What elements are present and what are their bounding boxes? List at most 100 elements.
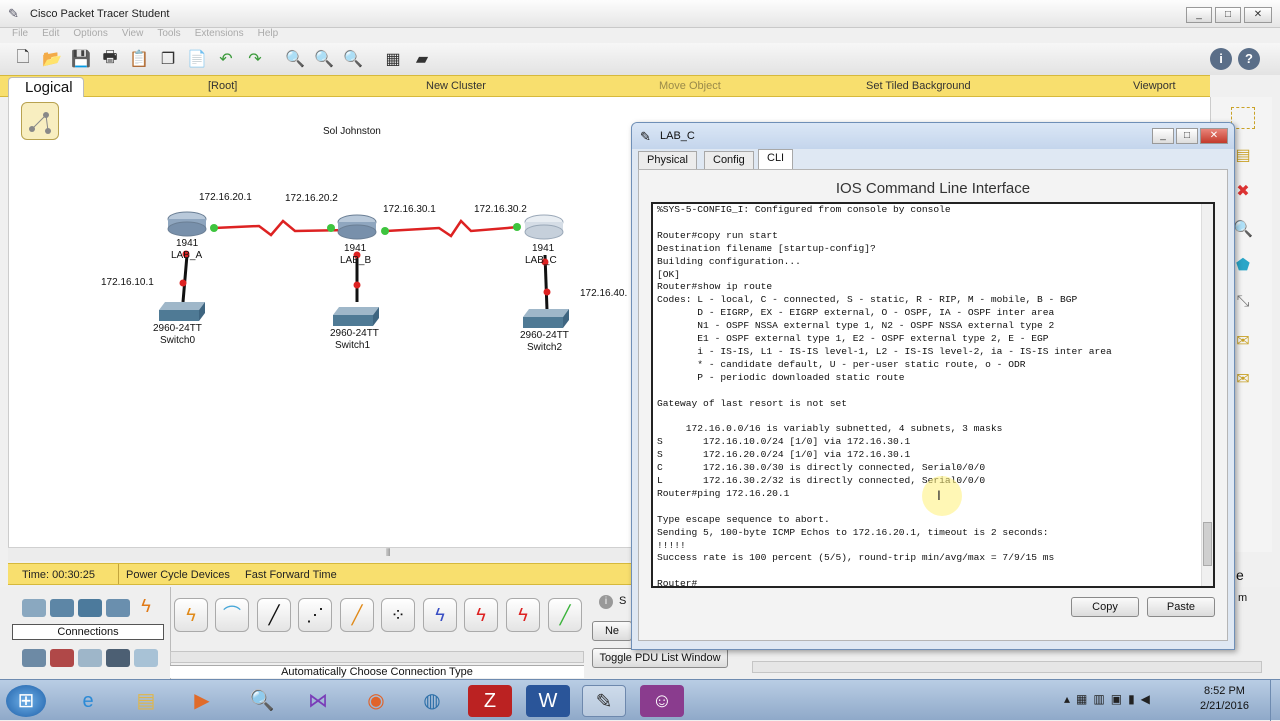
save-icon[interactable]: 💾 [68, 47, 94, 71]
crossover-icon[interactable]: ⋰ [298, 598, 332, 632]
menu-extensions[interactable]: Extensions [195, 28, 244, 43]
menu-view[interactable]: View [122, 28, 144, 43]
root-button[interactable]: [Root] [208, 80, 237, 92]
lab-c-title-bar[interactable]: ✎ LAB_C _ □ ✕ [632, 123, 1234, 149]
hubs-category-icon[interactable] [78, 599, 102, 617]
move-object-button[interactable]: Move Object [659, 80, 721, 92]
show-desktop-button[interactable] [1270, 680, 1280, 721]
zoom-reset-icon[interactable]: 🔍 [311, 47, 337, 71]
viewport-button[interactable]: Viewport [1133, 80, 1176, 92]
paste-button[interactable]: Paste [1147, 597, 1215, 617]
menu-file[interactable]: File [12, 28, 28, 43]
tray-expand-icon[interactable]: ▴ [1064, 692, 1070, 706]
connections-scrollbar[interactable] [170, 651, 584, 663]
phone-icon[interactable]: ⁘ [381, 598, 415, 632]
tray-app-icon[interactable]: ▦ [1076, 692, 1087, 706]
pdu-list-scrollbar[interactable] [752, 661, 1262, 673]
tray-volume-icon[interactable]: ◀ [1141, 692, 1150, 706]
tray-device-icon[interactable]: ▣ [1111, 692, 1122, 706]
file-explorer-icon[interactable]: ▤ [124, 685, 168, 717]
lab-c-maximize-button[interactable]: □ [1176, 128, 1198, 144]
tab-physical[interactable]: Physical [638, 151, 697, 169]
cli-scrollbar[interactable] [1201, 204, 1213, 586]
logical-view-icon[interactable] [21, 102, 59, 140]
cli-scroll-thumb[interactable] [1203, 522, 1212, 566]
lab-c-close-button[interactable]: ✕ [1200, 128, 1228, 144]
toggle-pdu-list-button[interactable]: Toggle PDU List Window [592, 648, 728, 668]
filezilla-icon[interactable]: Z [468, 685, 512, 717]
copy-button[interactable]: Copy [1071, 597, 1139, 617]
start-button-icon[interactable]: ⊞ [6, 685, 46, 717]
octal-cable-icon[interactable]: ╱ [548, 598, 582, 632]
canvas-note[interactable]: Sol Johnston [323, 126, 381, 137]
tray-signal-icon[interactable]: ▮ [1128, 692, 1135, 706]
straight-through-icon[interactable]: ╱ [257, 598, 291, 632]
firefox-icon[interactable]: ◉ [354, 685, 398, 717]
teams-icon[interactable]: ☺ [640, 685, 684, 717]
switches-category-icon[interactable] [50, 599, 74, 617]
info-icon[interactable]: i [1210, 48, 1232, 70]
cli-console[interactable]: %SYS-5-CONFIG_I: Configured from console… [651, 202, 1215, 588]
tab-cli[interactable]: CLI [758, 149, 794, 169]
internet-explorer-icon[interactable]: e [66, 685, 110, 717]
wan-emulation-category-icon[interactable] [78, 649, 102, 667]
vpn-client-icon[interactable]: ◍ [410, 685, 454, 717]
router-lab-a[interactable] [167, 211, 207, 237]
clock[interactable]: 8:52 PM 2/21/2016 [1200, 685, 1249, 712]
activity-wizard-icon[interactable]: 📋 [126, 47, 152, 71]
scenario-icon[interactable]: i [599, 595, 613, 609]
coaxial-icon[interactable]: ϟ [423, 598, 457, 632]
console-cable-icon[interactable]: ⌒ [215, 598, 249, 632]
routers-category-icon[interactable] [22, 599, 46, 617]
new-cluster-button[interactable]: New Cluster [426, 80, 486, 92]
switch-switch1[interactable] [333, 305, 379, 327]
close-button[interactable]: ✕ [1244, 7, 1272, 23]
print-icon[interactable]: 🖶 [97, 47, 123, 71]
help-icon[interactable]: ? [1238, 48, 1260, 70]
packet-tracer-taskbar-icon[interactable]: ✎ [582, 685, 626, 717]
menu-help[interactable]: Help [258, 28, 279, 43]
router-lab-c[interactable] [524, 214, 564, 240]
tab-logical[interactable]: Logical [8, 77, 84, 99]
lab-c-device-window[interactable]: ✎ LAB_C _ □ ✕ Physical Config CLI IOS Co… [631, 122, 1235, 650]
tab-config[interactable]: Config [704, 151, 754, 169]
custom-devices-category-icon[interactable] [106, 649, 130, 667]
router-lab-b[interactable] [337, 214, 377, 240]
lab-c-minimize-button[interactable]: _ [1152, 128, 1174, 144]
zoom-in-icon[interactable]: 🔍 [282, 47, 308, 71]
search-app-icon[interactable]: 🔍 [240, 685, 284, 717]
minimize-button[interactable]: _ [1186, 7, 1212, 23]
redo-icon[interactable]: ↷ [242, 47, 268, 71]
end-devices-category-icon[interactable] [22, 649, 46, 667]
open-icon[interactable]: 📂 [39, 47, 65, 71]
copy-icon[interactable]: ❐ [155, 47, 181, 71]
custom-device-icon[interactable]: ▰ [409, 47, 435, 71]
tray-network-icon[interactable]: ▥ [1093, 692, 1104, 706]
serial-dce-icon[interactable]: ϟ [464, 598, 498, 632]
menu-tools[interactable]: Tools [157, 28, 180, 43]
security-category-icon[interactable] [50, 649, 74, 667]
palette-icon[interactable]: ▦ [380, 47, 406, 71]
paste-icon[interactable]: 📄 [184, 47, 210, 71]
connections-category-icon[interactable]: ϟ [134, 597, 158, 615]
menu-edit[interactable]: Edit [42, 28, 59, 43]
switch-switch2[interactable] [523, 307, 569, 329]
cli-output[interactable]: %SYS-5-CONFIG_I: Configured from console… [657, 204, 1197, 586]
word-icon[interactable]: W [526, 685, 570, 717]
auto-connection-icon[interactable]: ϟ [174, 598, 208, 632]
fast-forward-time-button[interactable]: Fast Forward Time [245, 569, 337, 581]
power-cycle-devices-button[interactable]: Power Cycle Devices [126, 569, 230, 581]
new-scenario-button[interactable]: Ne [592, 621, 632, 641]
maximize-button[interactable]: □ [1215, 7, 1241, 23]
visual-studio-icon[interactable]: ⋈ [296, 685, 340, 717]
serial-dte-icon[interactable]: ϟ [506, 598, 540, 632]
undo-icon[interactable]: ↶ [213, 47, 239, 71]
multiuser-category-icon[interactable] [134, 649, 158, 667]
switch-switch0[interactable] [159, 300, 205, 322]
zoom-out-icon[interactable]: 🔍 [340, 47, 366, 71]
menu-options[interactable]: Options [73, 28, 107, 43]
fiber-icon[interactable]: ╱ [340, 598, 374, 632]
wireless-category-icon[interactable] [106, 599, 130, 617]
media-player-icon[interactable]: ▶ [180, 685, 224, 717]
set-tiled-background-button[interactable]: Set Tiled Background [866, 80, 971, 92]
